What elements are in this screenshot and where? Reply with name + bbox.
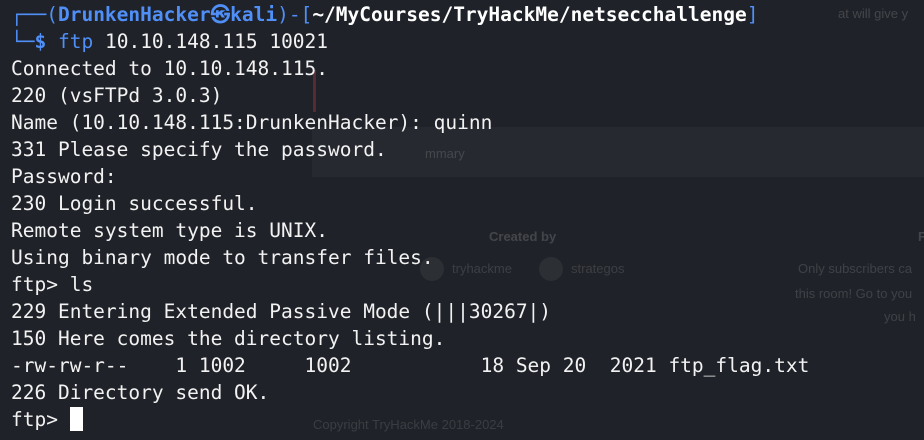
prompt-path: ~/MyCourses/TryHackMe/netsecchallenge — [312, 3, 747, 26]
output-line: ftp> ls — [11, 273, 94, 296]
output-line: Remote system type is UNIX. — [11, 219, 328, 242]
output-line: 150 Here comes the directory listing. — [11, 327, 446, 350]
text-cursor — [69, 407, 83, 431]
kali-skull-icon: ㉿ — [210, 3, 231, 26]
output-line: 230 Login successful. — [11, 192, 258, 215]
command-name: ftp — [57, 30, 94, 53]
output-line: 220 (vsFTPd 3.0.3) — [11, 84, 223, 107]
output-line: 229 Entering Extended Passive Mode (|||3… — [11, 300, 552, 323]
prompt-separator: )-[ — [277, 3, 313, 26]
output-line: -rw-rw-r-- 1 1002 1002 18 Sep 20 2021 ft… — [11, 354, 810, 377]
prompt-user: DrunkenHacker — [57, 3, 211, 26]
command-line: └─$ ftp 10.10.148.115 10021 — [11, 28, 328, 55]
prompt-close-bracket: ] — [746, 3, 759, 26]
ftp-input-line[interactable]: ftp> — [11, 406, 83, 433]
output-line: 331 Please specify the password. — [11, 138, 387, 161]
output-line: Password: — [11, 165, 117, 188]
output-line: 226 Directory send OK. — [11, 381, 270, 404]
output-line: Name (10.10.148.115:DrunkenHacker): quin… — [11, 111, 493, 134]
command-args: 10.10.148.115 10021 — [104, 30, 329, 53]
ftp-prompt: ftp> — [11, 408, 70, 431]
prompt-dollar: $ — [34, 30, 47, 53]
prompt-header-line: ┌──(DrunkenHacker㉿kali)-[~/MyCourses/Try… — [11, 1, 758, 28]
screen: at will give y mmary Created by F tryhac… — [0, 0, 924, 440]
prompt-corner: └─ — [11, 30, 35, 53]
prompt-open-bracket: ┌──( — [11, 3, 58, 26]
prompt-host: kali — [230, 3, 278, 26]
output-line: Using binary mode to transfer files. — [11, 246, 434, 269]
output-line: Connected to 10.10.148.115. — [11, 57, 328, 80]
terminal-window[interactable]: ┌──(DrunkenHacker㉿kali)-[~/MyCourses/Try… — [0, 0, 924, 440]
